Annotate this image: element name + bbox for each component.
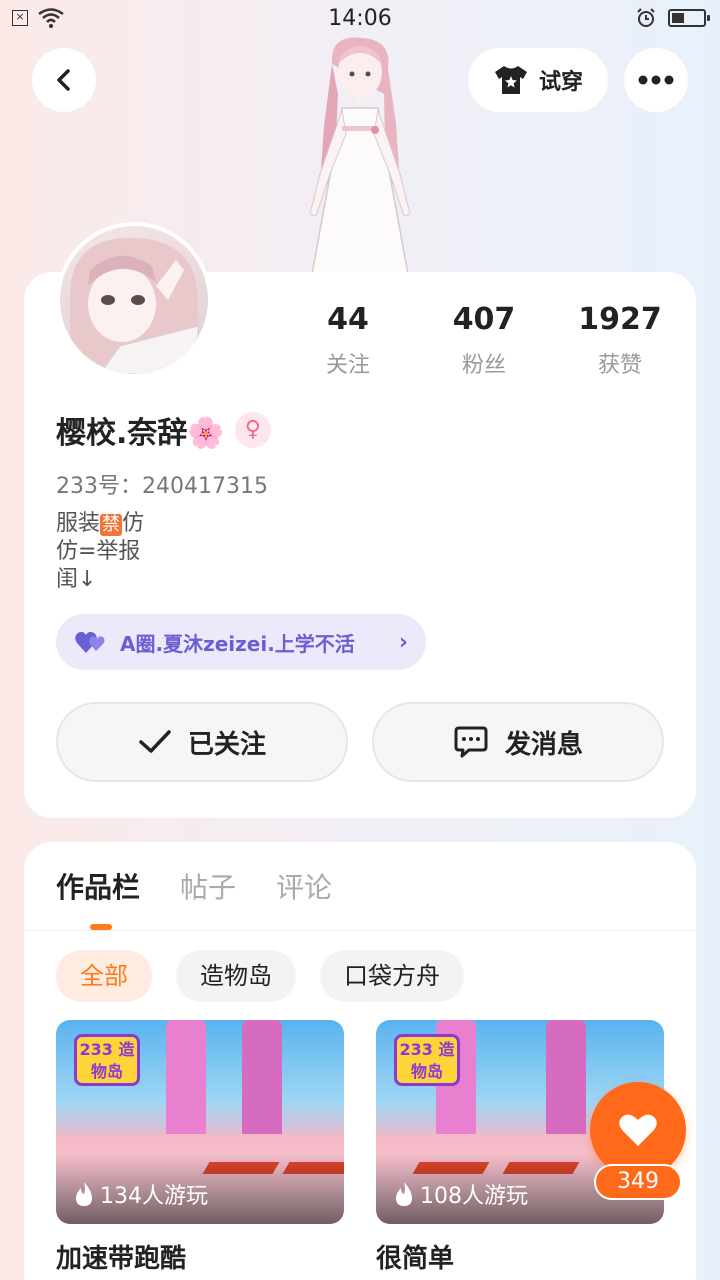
back-arrow-icon	[57, 69, 70, 91]
chat-bubble-icon	[454, 726, 488, 758]
avatar-image	[70, 237, 199, 374]
likes-label: 获赞	[597, 353, 642, 378]
divider	[24, 930, 696, 931]
likes-stat[interactable]: 1927 获赞	[560, 302, 680, 379]
check-icon	[139, 730, 171, 753]
alarm-icon	[637, 8, 655, 27]
filter-pocket-ark[interactable]: 口袋方舟	[320, 950, 464, 1002]
like-count: 349	[594, 1164, 682, 1200]
play-count: 134人游玩	[100, 1184, 208, 1209]
bio-line: 仿	[122, 511, 145, 536]
play-count: 108人游玩	[420, 1184, 528, 1209]
user-name: 樱校.奈辞🌸	[56, 416, 225, 451]
tab-posts[interactable]: 帖子	[180, 866, 236, 906]
message-button[interactable]: 发消息	[372, 702, 664, 782]
back-button[interactable]	[32, 48, 96, 112]
user-bio: 服装 禁仿 仿=举报 闺↓	[56, 510, 144, 594]
bio-line: 服装	[56, 511, 101, 536]
followers-label: 粉丝	[461, 353, 506, 378]
game-logo: 233 造物岛	[394, 1034, 460, 1086]
bio-line: 闺↓	[56, 567, 97, 592]
more-dots-icon	[638, 75, 674, 85]
shirt-icon	[494, 66, 527, 94]
tab-works[interactable]: 作品栏	[56, 866, 140, 906]
battery-icon	[668, 9, 710, 27]
user-id[interactable]: 233号：240417315	[56, 468, 268, 500]
more-button[interactable]	[624, 48, 688, 112]
filter-creation-island[interactable]: 造物岛	[176, 950, 296, 1002]
heart-icon	[619, 1114, 657, 1146]
content-tabs: 作品栏 帖子 评论	[56, 866, 332, 906]
game-card[interactable]: 233 造物岛 134人游玩 加速带跑酷	[56, 1020, 344, 1275]
followers-stat[interactable]: 407 粉丝	[424, 302, 544, 379]
character-figure	[309, 37, 411, 274]
followed-button[interactable]: 已关注	[56, 702, 348, 782]
female-gender-icon: ♀	[234, 412, 271, 448]
works-card: 作品栏 帖子 评论 全部 造物岛 口袋方舟 233 造物岛 134人游玩 加速带…	[24, 842, 696, 1280]
flame-icon	[76, 1182, 92, 1206]
filter-chips: 全部 造物岛 口袋方舟	[56, 950, 464, 1002]
status-time: 14:06	[328, 6, 392, 31]
filter-all[interactable]: 全部	[56, 950, 152, 1002]
likes-count: 1927	[578, 302, 662, 337]
ban-badge: 禁	[100, 514, 123, 536]
game-title: 加速带跑酷	[56, 1244, 187, 1274]
flame-icon	[396, 1182, 412, 1206]
followed-label: 已关注	[187, 729, 266, 760]
following-label: 关注	[325, 353, 370, 378]
bio-line: 仿=举报	[56, 539, 141, 564]
message-label: 发消息	[504, 729, 583, 760]
following-count: 44	[327, 302, 369, 337]
circle-chip[interactable]: A圈.夏沐zeizei.上学不活 ›	[56, 614, 426, 670]
game-title: 很简单	[376, 1244, 455, 1274]
hearts-icon	[75, 631, 105, 653]
circle-chip-label: A圈.夏沐zeizei.上学不活	[120, 631, 355, 656]
try-on-label: 试穿	[538, 70, 583, 95]
game-logo: 233 造物岛	[74, 1034, 140, 1086]
avatar[interactable]	[56, 222, 212, 378]
game-thumbnail: 233 造物岛 134人游玩	[56, 1020, 344, 1224]
chevron-right-icon: ›	[398, 629, 408, 655]
followers-count: 407	[452, 302, 516, 337]
try-on-button[interactable]: 试穿	[468, 48, 608, 112]
tab-comments[interactable]: 评论	[276, 866, 332, 906]
following-stat[interactable]: 44 关注	[288, 302, 408, 379]
